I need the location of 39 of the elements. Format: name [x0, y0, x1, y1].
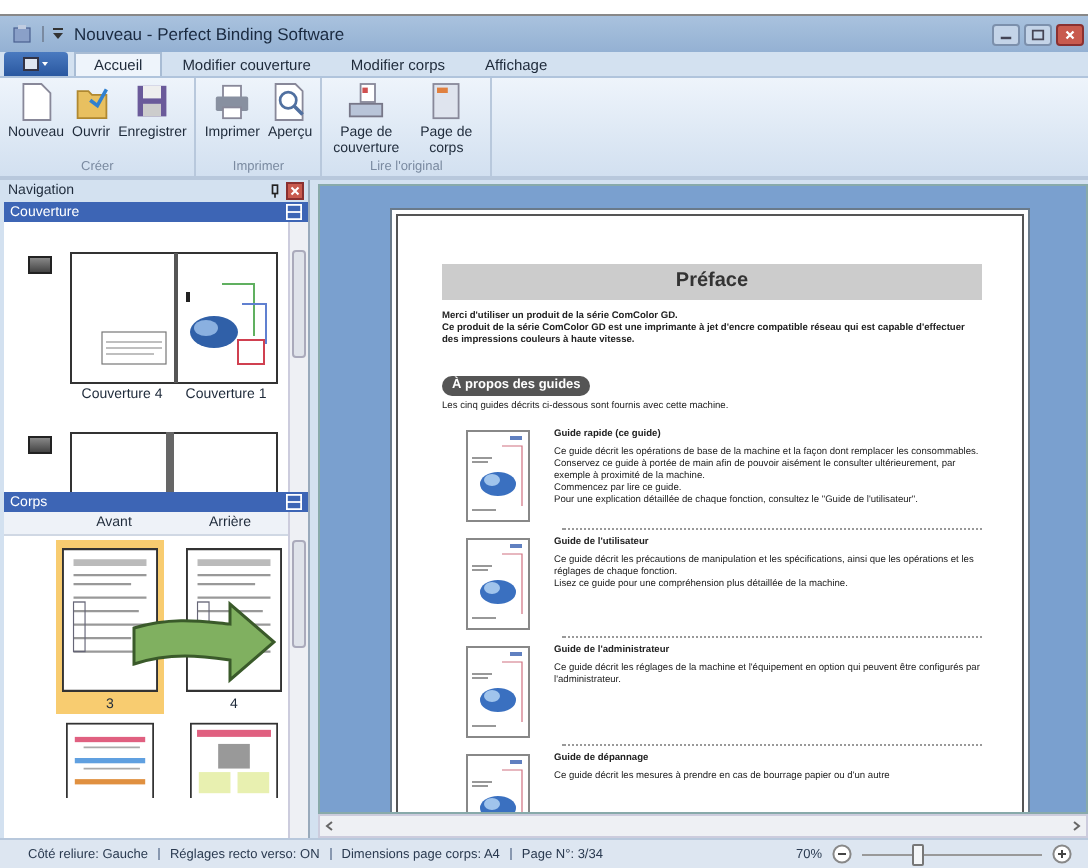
page-marker-icon	[28, 256, 52, 274]
guide-cover-thumbnail	[466, 646, 530, 738]
magnifier-page-icon	[272, 82, 309, 122]
page-icon	[428, 82, 465, 122]
close-button[interactable]	[1056, 23, 1084, 45]
page-heading: Préface	[442, 264, 982, 300]
zoom-in-button[interactable]	[1052, 844, 1072, 864]
application-menu-button[interactable]	[4, 52, 68, 76]
scroll-left-icon[interactable]	[324, 820, 336, 832]
app-icon[interactable]	[12, 24, 32, 44]
zoom-out-button[interactable]	[832, 844, 852, 864]
collapse-icon[interactable]	[286, 494, 302, 510]
quick-access-icon[interactable]	[42, 26, 64, 42]
guide-cover-thumbnail	[466, 430, 530, 522]
vertical-scrollbar[interactable]	[288, 512, 308, 838]
minimize-button[interactable]	[992, 23, 1020, 45]
cover-thumbnail[interactable]	[70, 252, 278, 384]
slider-thumb[interactable]	[912, 844, 924, 866]
horizontal-scrollbar[interactable]	[318, 814, 1088, 838]
close-button[interactable]	[286, 182, 304, 200]
app-menu-icon	[22, 56, 50, 72]
maximize-icon	[1028, 27, 1048, 41]
scroll-right-icon[interactable]	[1070, 820, 1082, 832]
page-thumbnail[interactable]	[66, 718, 154, 798]
vertical-scrollbar[interactable]	[288, 222, 308, 492]
zoom-slider[interactable]	[862, 844, 1042, 864]
page-thumbnail	[62, 548, 158, 692]
printer-icon	[214, 82, 251, 122]
blank-page-icon	[18, 82, 55, 122]
close-icon	[1060, 27, 1080, 41]
window-title: Nouveau - Perfect Binding Software	[74, 24, 345, 44]
page-marker-icon	[28, 436, 52, 454]
pin-icon[interactable]	[270, 184, 280, 198]
collapse-icon[interactable]	[286, 204, 302, 220]
maximize-button[interactable]	[1024, 23, 1052, 45]
page-thumbnail[interactable]	[190, 718, 278, 798]
page-spread-thumbnail[interactable]	[70, 432, 278, 492]
guide-cover-thumbnail	[466, 538, 530, 630]
arrow-drawing	[132, 600, 276, 684]
